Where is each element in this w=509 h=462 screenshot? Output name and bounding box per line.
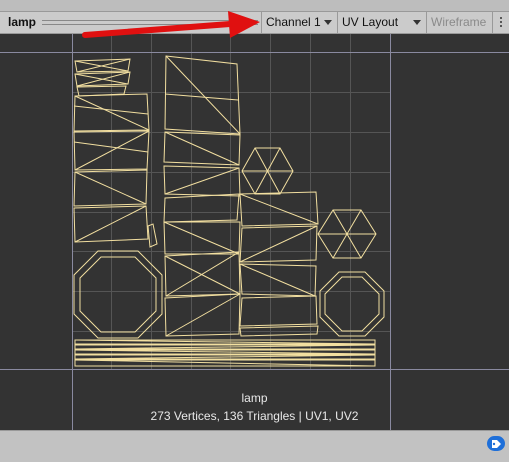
toolbar-separator <box>492 12 493 33</box>
channel-dropdown-label: Channel 1 <box>266 15 321 29</box>
layout-dropdown-label: UV Layout <box>342 15 399 29</box>
uv-preview-viewport[interactable]: lamp 273 Vertices, 136 Triangles | UV1, … <box>0 34 509 430</box>
preview-footer <box>0 430 509 462</box>
uv-layout-canvas <box>0 34 509 430</box>
uv-bounds <box>0 34 509 430</box>
annotation-arrow-icon <box>82 11 260 38</box>
chevron-down-icon <box>324 20 332 25</box>
wireframe-toggle[interactable]: Wireframe <box>427 12 486 33</box>
uv-islands <box>73 55 385 367</box>
asset-label-icon[interactable] <box>487 436 505 451</box>
mesh-name-label: lamp <box>241 391 268 405</box>
chevron-down-icon <box>413 20 421 25</box>
asset-name-label: lamp <box>8 15 37 29</box>
channel-dropdown[interactable]: Channel 1 <box>262 12 337 33</box>
kebab-menu-icon[interactable] <box>496 15 506 30</box>
mesh-stats-label: 273 Vertices, 136 Triangles | UV1, UV2 <box>150 409 359 423</box>
layout-dropdown[interactable]: UV Layout <box>338 12 426 33</box>
